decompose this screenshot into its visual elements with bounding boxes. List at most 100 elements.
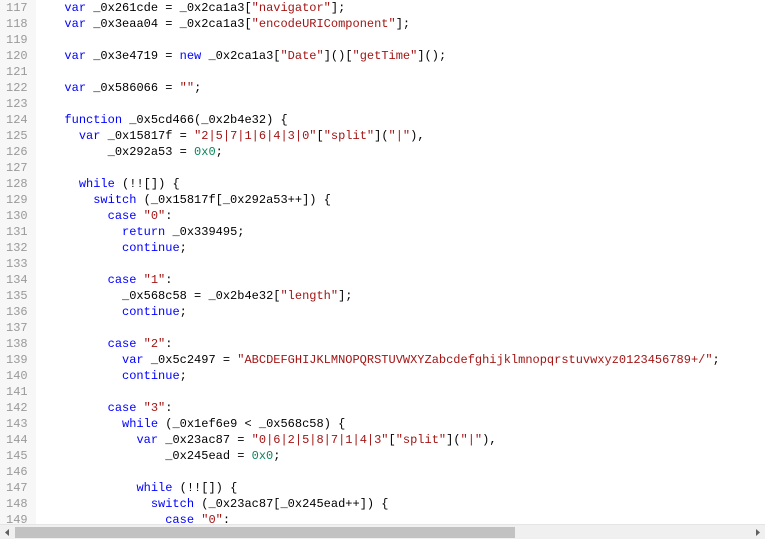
token-id: _0x15817f: [151, 193, 216, 207]
token-str: "0": [201, 513, 223, 524]
token-num: 0x0: [194, 145, 216, 159]
token-id: _0x1ef6e9: [172, 417, 237, 431]
token-op: <: [244, 417, 251, 431]
line-number: 120: [6, 48, 28, 64]
code-line: while (!![]) {: [36, 176, 765, 192]
token-pun: (: [144, 193, 151, 207]
token-kw: var: [64, 49, 86, 63]
token-pun: ]: [417, 49, 424, 63]
token-pun: ): [309, 193, 316, 207]
token-pun: (): [331, 49, 345, 63]
scroll-left-button[interactable]: [0, 525, 15, 539]
token-id: _0x5c2497: [151, 353, 216, 367]
token-pun: :: [165, 209, 172, 223]
code-line: [36, 320, 765, 336]
token-kw: var: [64, 81, 86, 95]
token-num: 0x0: [252, 449, 274, 463]
token-id: _0x568c58: [259, 417, 324, 431]
token-id: _0x2b4e32: [201, 113, 266, 127]
token-kw: continue: [122, 305, 180, 319]
horizontal-scrollbar[interactable]: [0, 524, 765, 539]
line-number: 118: [6, 16, 28, 32]
code-line: switch (_0x23ac87[_0x245ead++]) {: [36, 496, 765, 512]
line-number: 124: [6, 112, 28, 128]
token-str: "encodeURIComponent": [252, 17, 396, 31]
token-op: =: [237, 433, 244, 447]
code-line: switch (_0x15817f[_0x292a53++]) {: [36, 192, 765, 208]
code-line: [36, 464, 765, 480]
scrollbar-track[interactable]: [15, 525, 750, 539]
token-op: !!: [129, 177, 143, 191]
token-op: =: [180, 129, 187, 143]
token-id: _0x586066: [93, 81, 158, 95]
line-number: 135: [6, 288, 28, 304]
token-pun: ;: [237, 225, 244, 239]
code-area[interactable]: var _0x261cde = _0x2ca1a3["navigator"]; …: [36, 0, 765, 524]
code-line: case "1":: [36, 272, 765, 288]
line-number: 119: [6, 32, 28, 48]
token-pun: :: [165, 401, 172, 415]
token-kw: var: [64, 17, 86, 31]
line-number: 129: [6, 192, 28, 208]
token-pun: ]: [331, 1, 338, 15]
line-number: 126: [6, 144, 28, 160]
line-number: 117: [6, 0, 28, 16]
code-line: case "0":: [36, 208, 765, 224]
code-line: continue;: [36, 240, 765, 256]
token-id: _0x245ead: [165, 449, 230, 463]
token-id: _0x292a53: [108, 145, 173, 159]
token-id: _0x2ca1a3: [180, 17, 245, 31]
token-pun: ;: [713, 353, 720, 367]
token-pun: :: [165, 273, 172, 287]
line-number: 144: [6, 432, 28, 448]
token-kw: case: [165, 513, 194, 524]
token-pun: ): [216, 481, 223, 495]
code-line: case "2":: [36, 336, 765, 352]
line-number: 121: [6, 64, 28, 80]
token-pun: {: [172, 177, 179, 191]
token-pun: ;: [216, 145, 223, 159]
token-str: "split": [396, 433, 446, 447]
code-line: var _0x586066 = "";: [36, 80, 765, 96]
token-pun: :: [223, 513, 230, 524]
token-str: "Date": [280, 49, 323, 63]
code-line: [36, 64, 765, 80]
token-kw: return: [122, 225, 165, 239]
token-op: !!: [187, 481, 201, 495]
token-pun: ,: [417, 129, 424, 143]
token-str: "2": [144, 337, 166, 351]
line-number: 138: [6, 336, 28, 352]
token-kw: switch: [151, 497, 194, 511]
token-pun: (: [381, 129, 388, 143]
token-id: _0x2b4e32: [208, 289, 273, 303]
line-number: 141: [6, 384, 28, 400]
code-line: _0x245ead = 0x0;: [36, 448, 765, 464]
token-pun: ;: [439, 49, 446, 63]
code-line: [36, 384, 765, 400]
token-kw: case: [108, 401, 137, 415]
token-str: "2|5|7|1|6|4|3|0": [194, 129, 316, 143]
token-kw: switch: [93, 193, 136, 207]
line-number: 123: [6, 96, 28, 112]
token-op: =: [165, 81, 172, 95]
line-number: 136: [6, 304, 28, 320]
token-pun: ]: [360, 497, 367, 511]
scroll-right-button[interactable]: [750, 525, 765, 539]
token-pun: ): [367, 497, 374, 511]
line-number: 147: [6, 480, 28, 496]
code-line: case "0":: [36, 512, 765, 524]
token-id: _0x2ca1a3: [180, 1, 245, 15]
token-op: =: [180, 145, 187, 159]
token-str: "3": [144, 401, 166, 415]
token-pun: {: [381, 497, 388, 511]
scrollbar-thumb[interactable]: [15, 527, 515, 538]
token-pun: []: [144, 177, 158, 191]
code-line: [36, 256, 765, 272]
token-pun: {: [338, 417, 345, 431]
code-line: var _0x23ac87 = "0|6|2|5|8|7|1|4|3"["spl…: [36, 432, 765, 448]
token-op: =: [165, 17, 172, 31]
line-number: 142: [6, 400, 28, 416]
token-pun: {: [324, 193, 331, 207]
token-pun: ]: [324, 49, 331, 63]
code-line: continue;: [36, 368, 765, 384]
